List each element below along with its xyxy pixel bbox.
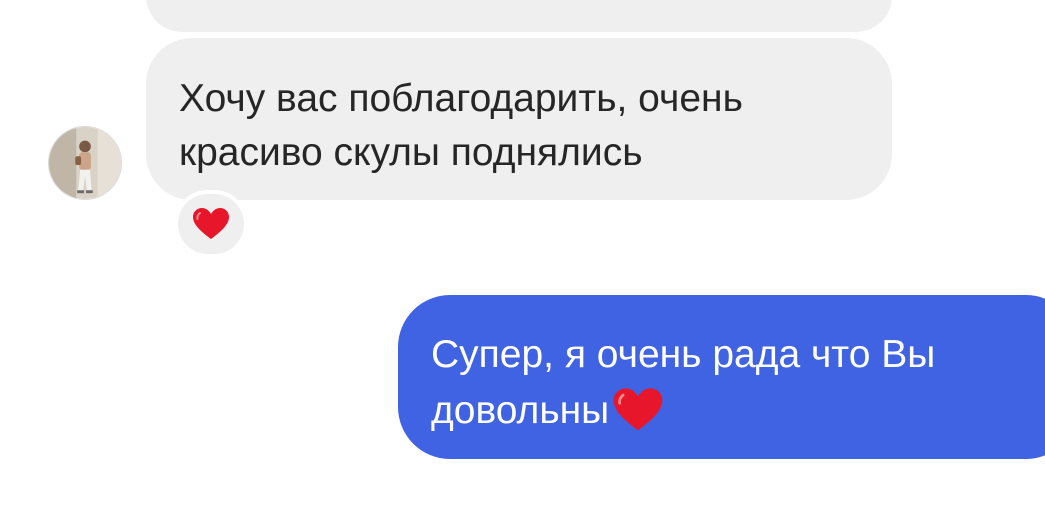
incoming-message-bubble[interactable]: Хочу вас поблагодарить, очень красиво ск… [146, 38, 892, 200]
message-reaction[interactable] [174, 190, 248, 258]
outgoing-message-text: Супер, я очень рада что Вы довольны [431, 333, 936, 432]
sender-avatar[interactable] [48, 126, 122, 200]
outgoing-message-bubble[interactable]: Супер, я очень рада что Вы довольны [398, 295, 1045, 459]
chat-thread: Хочу вас поблагодарить, очень красиво ск… [0, 0, 1045, 524]
previous-message-bubble[interactable] [146, 0, 892, 32]
avatar-photo-icon [49, 127, 121, 199]
red-heart-icon [193, 208, 229, 239]
red-heart-icon [611, 387, 665, 433]
